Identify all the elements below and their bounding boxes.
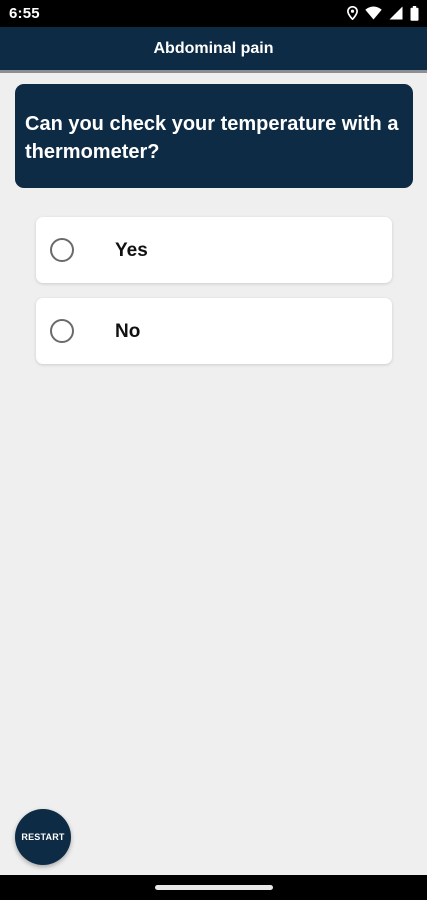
restart-button[interactable]: RESTART <box>15 809 71 865</box>
battery-icon <box>410 5 419 21</box>
option-yes[interactable]: Yes <box>36 217 392 283</box>
option-label-yes: Yes <box>115 240 148 261</box>
status-time: 6:55 <box>9 5 40 22</box>
option-label-no: No <box>115 321 141 342</box>
restart-label: RESTART <box>21 832 65 842</box>
navigation-bar <box>0 875 427 900</box>
cell-signal-icon <box>389 6 403 20</box>
page-title: Abdominal pain <box>153 39 274 57</box>
radio-button-no[interactable] <box>50 319 74 343</box>
status-icons <box>347 4 419 22</box>
wifi-icon <box>365 6 382 20</box>
location-icon <box>347 6 358 20</box>
home-gesture-handle[interactable] <box>155 885 273 890</box>
question-card: Can you check your temperature with a th… <box>15 84 413 188</box>
question-text: Can you check your temperature with a th… <box>25 113 399 163</box>
radio-button-yes[interactable] <box>50 238 74 262</box>
app-bar: Abdominal pain <box>0 27 427 73</box>
option-no[interactable]: No <box>36 298 392 364</box>
status-bar: 6:55 <box>0 0 427 27</box>
